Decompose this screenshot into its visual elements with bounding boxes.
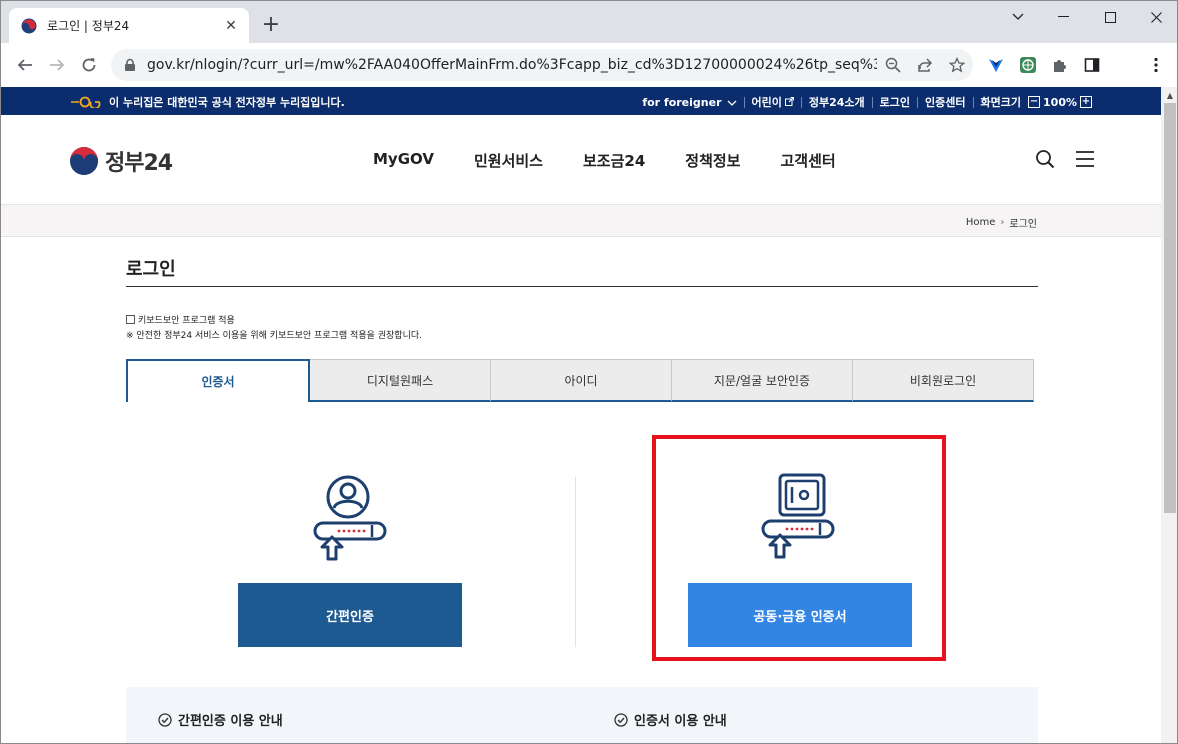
browser-tab[interactable]: 로그인 | 정부24 ✕ <box>9 8 249 43</box>
column-divider <box>575 477 576 647</box>
zoom-magnifier-icon[interactable] <box>877 49 909 81</box>
zoom-out-button[interactable]: − <box>1028 96 1041 108</box>
breadcrumb: Home › 로그인 <box>966 215 1037 230</box>
extensions-puzzle-icon[interactable] <box>1050 55 1070 75</box>
share-icon[interactable] <box>909 49 941 81</box>
gov24-favicon-icon <box>21 18 37 33</box>
tab-id[interactable]: 아이디 <box>491 359 672 402</box>
chevron-down-icon[interactable] <box>727 96 737 109</box>
divider <box>972 96 974 108</box>
link-about-gov24[interactable]: 정부24소개 <box>809 94 865 110</box>
breadcrumb-bar: Home › 로그인 <box>1 205 1161 237</box>
address-bar[interactable]: gov.kr/nlogin/?curr_url=/mw%2FAA040Offer… <box>111 49 973 81</box>
main-navigation: MyGOV 민원서비스 보조금24 정책정보 고객센터 <box>373 150 876 171</box>
link-kids[interactable]: 어린이 <box>752 94 782 110</box>
maximize-icon[interactable] <box>1087 1 1133 33</box>
tab-certificate[interactable]: 인증서 <box>126 359 310 402</box>
red-highlight-box <box>652 435 946 661</box>
utility-links: for foreigner 어린이 정부24소개 로그인 인증센터 화면크기 − <box>642 94 1095 110</box>
translate-extension-icon[interactable] <box>1018 55 1038 75</box>
zoom-value: 100% <box>1043 95 1077 109</box>
gov24-logo[interactable]: 정부24 <box>69 145 173 177</box>
tab-close-icon[interactable]: ✕ <box>223 18 239 34</box>
simple-auth-button[interactable]: 간편인증 <box>238 583 462 647</box>
divider <box>743 96 745 108</box>
new-tab-button[interactable]: + <box>259 14 283 38</box>
divider <box>800 96 802 108</box>
breadcrumb-chevron-icon: › <box>1000 217 1005 228</box>
simple-auth-guide-label: 간편인증 이용 안내 <box>178 714 283 729</box>
side-panel-icon[interactable] <box>1082 55 1102 75</box>
tab-biometric[interactable]: 지문/얼굴 보안인증 <box>672 359 853 402</box>
link-login[interactable]: 로그인 <box>880 94 910 110</box>
tab-title: 로그인 | 정부24 <box>47 19 130 33</box>
site-header: 정부24 MyGOV 민원서비스 보조금24 정책정보 고객센터 <box>1 115 1161 205</box>
lock-icon <box>125 58 135 71</box>
divider <box>871 96 873 108</box>
nav-policy-info[interactable]: 정책정보 <box>685 150 740 171</box>
bookmark-star-icon[interactable] <box>941 49 973 81</box>
scroll-up-arrow-icon[interactable]: ▲ <box>1161 87 1177 103</box>
page-scrollbar[interactable]: ▲ <box>1161 87 1177 743</box>
divider <box>917 96 919 108</box>
zoom-in-button[interactable]: + <box>1080 96 1092 108</box>
tab-search-icon[interactable] <box>995 1 1041 33</box>
external-link-icon <box>784 96 794 109</box>
simple-auth-guide[interactable]: 간편인증 이용 안내 <box>158 710 283 729</box>
browser-menu-icon[interactable] <box>1146 55 1166 75</box>
zoom-label: 화면크기 <box>980 96 1022 109</box>
egov-emblem-icon <box>71 96 101 108</box>
browser-window: 로그인 | 정부24 ✕ + gov.kr/nlogin/?curr_url=/… <box>0 0 1178 744</box>
nav-subsidy24[interactable]: 보조금24 <box>583 150 645 171</box>
tab-digital-onepass[interactable]: 디지털원패스 <box>310 359 491 402</box>
gov-notice-text: 이 누리집은 대한민국 공식 전자정부 누리집입니다. <box>109 96 345 109</box>
gov-notice: 이 누리집은 대한민국 공식 전자정부 누리집입니다. <box>71 94 345 110</box>
keyboard-security-note: ※ 안전한 정부24 서비스 이용을 위해 키보드보안 프로그램 적용을 권장합… <box>126 331 423 341</box>
tab-non-member[interactable]: 비회원로그인 <box>853 359 1034 402</box>
check-circle-icon <box>614 712 628 727</box>
link-for-foreigner[interactable]: for foreigner <box>642 96 721 109</box>
usage-guide-panel: 간편인증 이용 안내 인증서 이용 안내 <box>126 687 1038 743</box>
nav-mygov[interactable]: MyGOV <box>373 150 434 171</box>
gov-official-banner: 이 누리집은 대한민국 공식 전자정부 누리집입니다. for foreigne… <box>1 87 1161 115</box>
url-text[interactable]: gov.kr/nlogin/?curr_url=/mw%2FAA040Offer… <box>147 57 877 73</box>
keyboard-security-label: 키보드보안 프로그램 적용 <box>138 316 235 326</box>
breadcrumb-current: 로그인 <box>1009 219 1037 230</box>
taegeuk-logo-icon <box>70 147 98 175</box>
minimize-icon[interactable] <box>1041 1 1087 33</box>
simple-auth-icon <box>313 475 387 561</box>
page-viewport: 이 누리집은 대한민국 공식 전자정부 누리집입니다. for foreigne… <box>1 87 1161 743</box>
scrollbar-thumb[interactable] <box>1164 103 1176 513</box>
login-method-tabs: 인증서 디지털원패스 아이디 지문/얼굴 보안인증 비회원로그인 <box>126 359 1034 402</box>
title-divider <box>126 286 1038 287</box>
tab-strip: 로그인 | 정부24 ✕ + <box>1 1 1177 43</box>
keyboard-security-option[interactable]: 키보드보안 프로그램 적용 <box>126 313 235 326</box>
back-arrow-icon[interactable] <box>13 53 37 77</box>
page-title: 로그인 <box>126 259 176 280</box>
cert-guide-label: 인증서 이용 안내 <box>634 714 727 729</box>
keyboard-security-checkbox[interactable] <box>126 315 135 324</box>
check-circle-icon <box>158 712 172 727</box>
nav-civil-services[interactable]: 민원서비스 <box>474 150 543 171</box>
reload-icon[interactable] <box>77 53 101 77</box>
forward-arrow-icon[interactable] <box>45 53 69 77</box>
link-cert-center[interactable]: 인증센터 <box>925 94 965 110</box>
hamburger-menu-icon[interactable] <box>1074 148 1096 170</box>
browser-toolbar: gov.kr/nlogin/?curr_url=/mw%2FAA040Offer… <box>1 43 1177 87</box>
nav-customer-center[interactable]: 고객센터 <box>780 150 835 171</box>
search-icon[interactable] <box>1034 148 1056 170</box>
cert-guide[interactable]: 인증서 이용 안내 <box>614 710 727 729</box>
breadcrumb-home[interactable]: Home <box>966 217 996 228</box>
vpn-extension-icon[interactable] <box>986 55 1006 75</box>
logo-text: 정부24 <box>105 151 173 176</box>
close-window-icon[interactable] <box>1133 1 1177 33</box>
